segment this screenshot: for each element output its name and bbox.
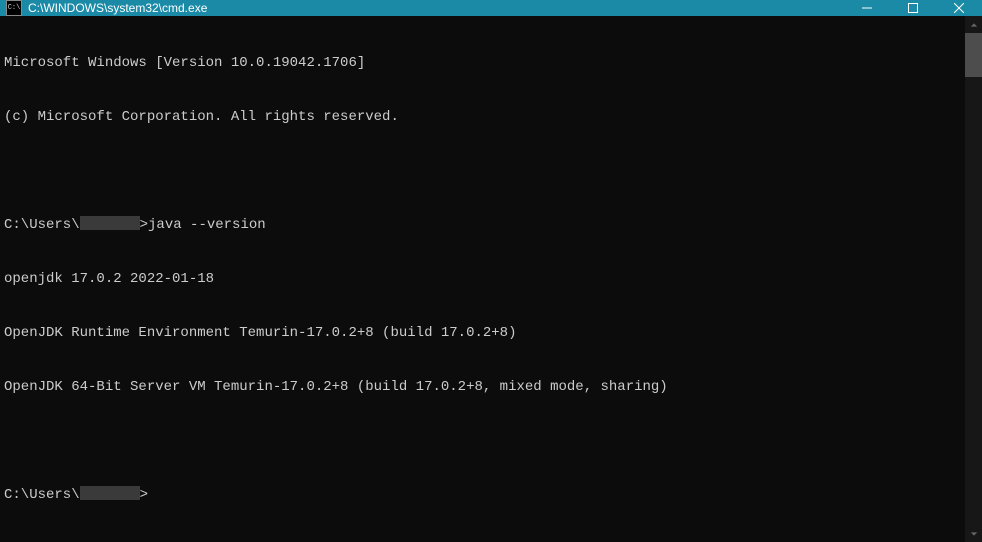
window-controls (844, 0, 982, 16)
maximize-button[interactable] (890, 0, 936, 16)
prompt-line: C:\Users\ > (4, 486, 961, 504)
scrollbar-down-button[interactable] (965, 525, 982, 542)
minimize-icon (862, 3, 872, 13)
chevron-up-icon (970, 21, 978, 29)
redacted-username (80, 486, 140, 500)
output-line: OpenJDK Runtime Environment Temurin-17.0… (4, 324, 961, 342)
scrollbar-track[interactable] (965, 33, 982, 525)
scrollbar-thumb[interactable] (965, 33, 982, 77)
banner-line: (c) Microsoft Corporation. All rights re… (4, 108, 961, 126)
close-icon (954, 3, 964, 13)
command-text: java --version (148, 217, 266, 233)
close-button[interactable] (936, 0, 982, 16)
titlebar[interactable]: C:\ C:\WINDOWS\system32\cmd.exe (0, 0, 982, 16)
maximize-icon (908, 3, 918, 13)
blank-line (4, 432, 961, 450)
banner-line: Microsoft Windows [Version 10.0.19042.17… (4, 54, 961, 72)
prompt-line: C:\Users\ >java --version (4, 216, 961, 234)
output-line: openjdk 17.0.2 2022-01-18 (4, 270, 961, 288)
output-line: OpenJDK 64-Bit Server VM Temurin-17.0.2+… (4, 378, 961, 396)
cmd-icon: C:\ (6, 0, 22, 16)
terminal-wrapper: Microsoft Windows [Version 10.0.19042.17… (0, 16, 982, 542)
window-title: C:\WINDOWS\system32\cmd.exe (28, 1, 844, 15)
prompt-prefix: C:\Users\ (4, 487, 80, 503)
chevron-down-icon (970, 530, 978, 538)
prompt-separator: > (140, 217, 148, 233)
minimize-button[interactable] (844, 0, 890, 16)
cmd-window: C:\ C:\WINDOWS\system32\cmd.exe Microsof… (0, 0, 982, 509)
vertical-scrollbar[interactable] (965, 16, 982, 542)
scrollbar-up-button[interactable] (965, 16, 982, 33)
prompt-prefix: C:\Users\ (4, 217, 80, 233)
prompt-separator: > (140, 487, 148, 503)
blank-line (4, 162, 961, 180)
terminal-output[interactable]: Microsoft Windows [Version 10.0.19042.17… (0, 16, 965, 542)
redacted-username (80, 216, 140, 230)
